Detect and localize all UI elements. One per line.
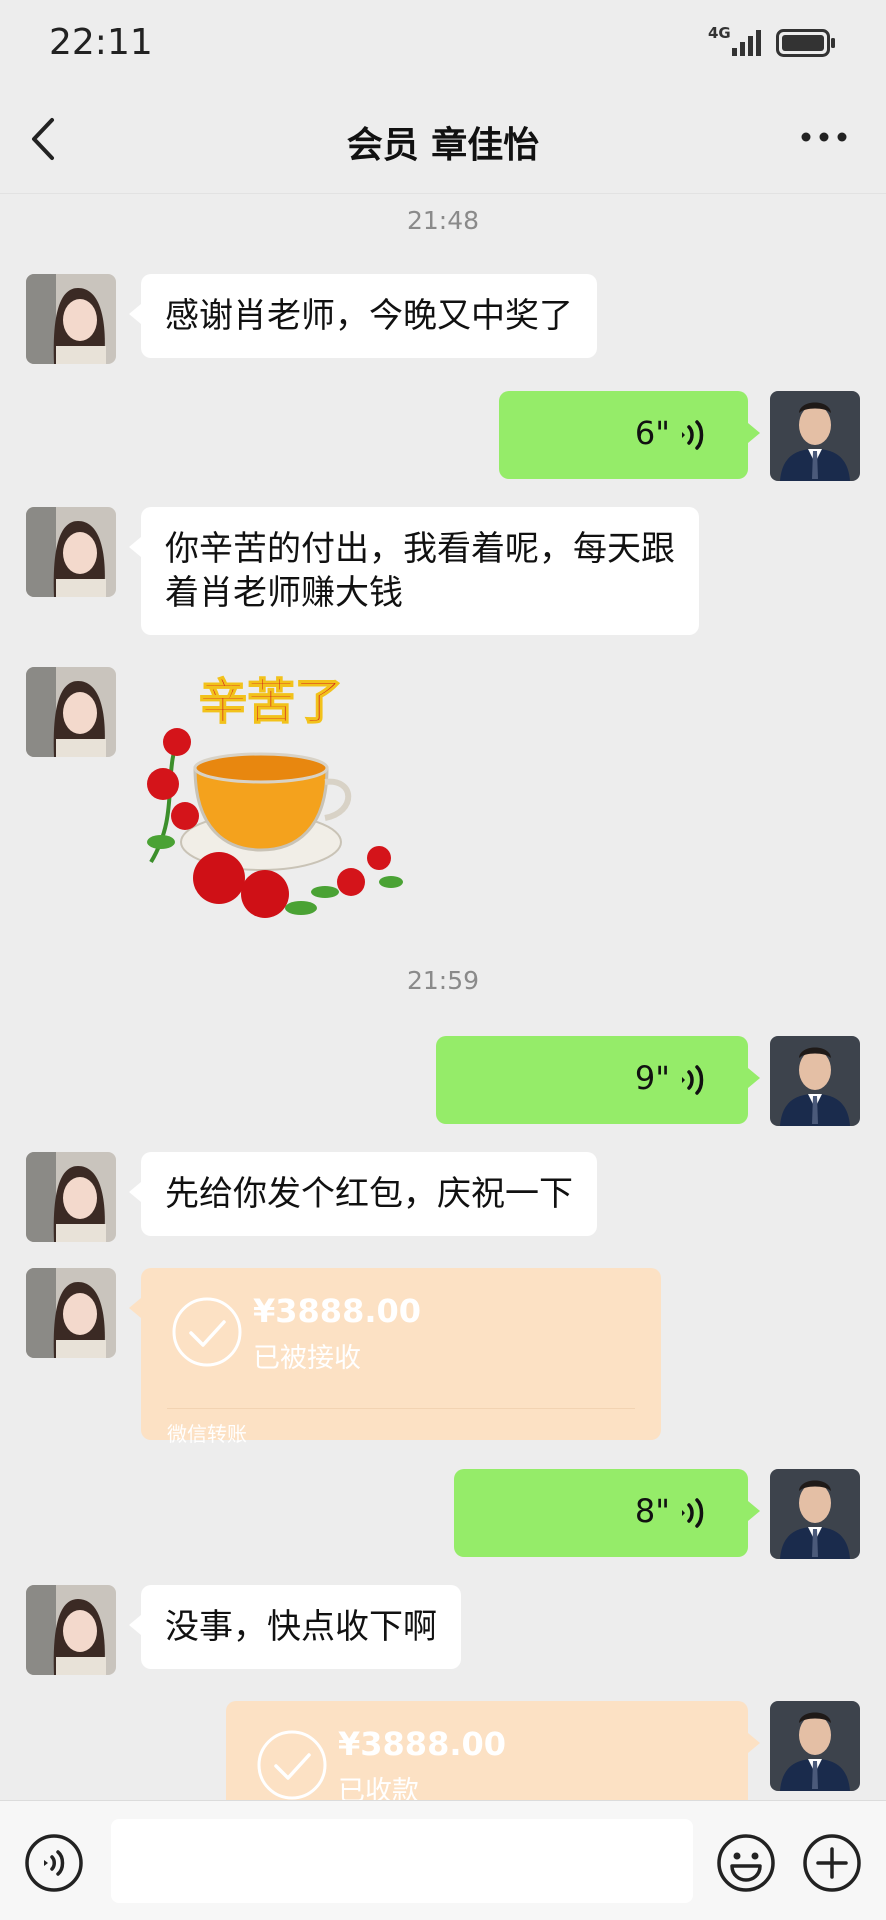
contact-avatar[interactable] [26,274,116,364]
voice-wave-icon [682,1498,704,1528]
voice-duration: 9" [634,1059,670,1097]
voice-message-outgoing[interactable]: 9" [436,1036,760,1124]
message-text: 没事，快点收下啊 [165,1607,437,1647]
transfer-amount: ¥3888.00 [338,1725,507,1763]
network-type: 4G [708,24,731,42]
chat-header: 会员 章佳怡 [0,88,886,194]
voice-duration: 6" [634,414,670,452]
my-avatar[interactable] [770,1036,860,1126]
message-text: 先给你发个红包，庆祝一下 [165,1174,573,1214]
emoji-icon[interactable] [716,1833,776,1893]
message-timestamp: 21:48 [406,206,480,235]
transfer-divider [167,1408,635,1409]
sticker-caption: 辛苦了 [199,674,343,730]
message-input[interactable] [111,1819,693,1903]
transfer-amount: ¥3888.00 [253,1292,422,1330]
message-bubble-incoming[interactable]: 你辛苦的付出，我看着呢，每天跟 着肖老师赚大钱 [129,507,699,635]
message-bubble-incoming[interactable]: 感谢肖老师，今晚又中奖了 [129,274,597,358]
voice-wave-icon [682,1065,704,1095]
message-text: 你辛苦的付出，我看着呢，每天跟 [165,529,675,569]
more-options-icon[interactable] [800,130,848,144]
my-avatar[interactable] [770,391,860,481]
voice-duration: 8" [634,1492,670,1530]
message-timestamp: 21:59 [406,966,480,995]
chat-title: 会员 章佳怡 [346,125,540,166]
sticker-tea-roses[interactable]: 辛苦了 [141,662,409,924]
transfer-card-incoming[interactable]: ¥3888.00 已被接收 微信转账 [129,1268,661,1446]
transfer-status: 已被接收 [253,1343,361,1374]
message-text: 感谢肖老师，今晚又中奖了 [165,296,573,336]
my-avatar[interactable] [770,1701,860,1791]
voice-message-outgoing[interactable]: 6" [499,391,760,479]
message-bubble-incoming[interactable]: 先给你发个红包，庆祝一下 [129,1152,597,1236]
chat-input-bar [0,1800,886,1920]
message-bubble-incoming[interactable]: 没事，快点收下啊 [129,1585,461,1669]
voice-wave-icon [682,420,704,450]
my-avatar[interactable] [770,1469,860,1559]
contact-avatar[interactable] [26,1268,116,1358]
voice-message-outgoing[interactable]: 8" [454,1469,760,1557]
transfer-source-label: 微信转账 [167,1422,247,1446]
signal-icon [732,30,761,56]
battery-icon [776,29,835,57]
contact-avatar[interactable] [26,1152,116,1242]
contact-avatar[interactable] [26,1585,116,1675]
status-time: 22:11 [49,22,153,63]
voice-input-icon[interactable] [24,1833,84,1893]
contact-avatar[interactable] [26,507,116,597]
message-text: 着肖老师赚大钱 [165,573,403,613]
contact-avatar[interactable] [26,667,116,757]
plus-icon[interactable] [802,1833,862,1893]
status-bar: 22:11 4G [0,0,886,88]
check-circle-icon [257,1730,327,1800]
check-circle-icon [172,1297,242,1367]
